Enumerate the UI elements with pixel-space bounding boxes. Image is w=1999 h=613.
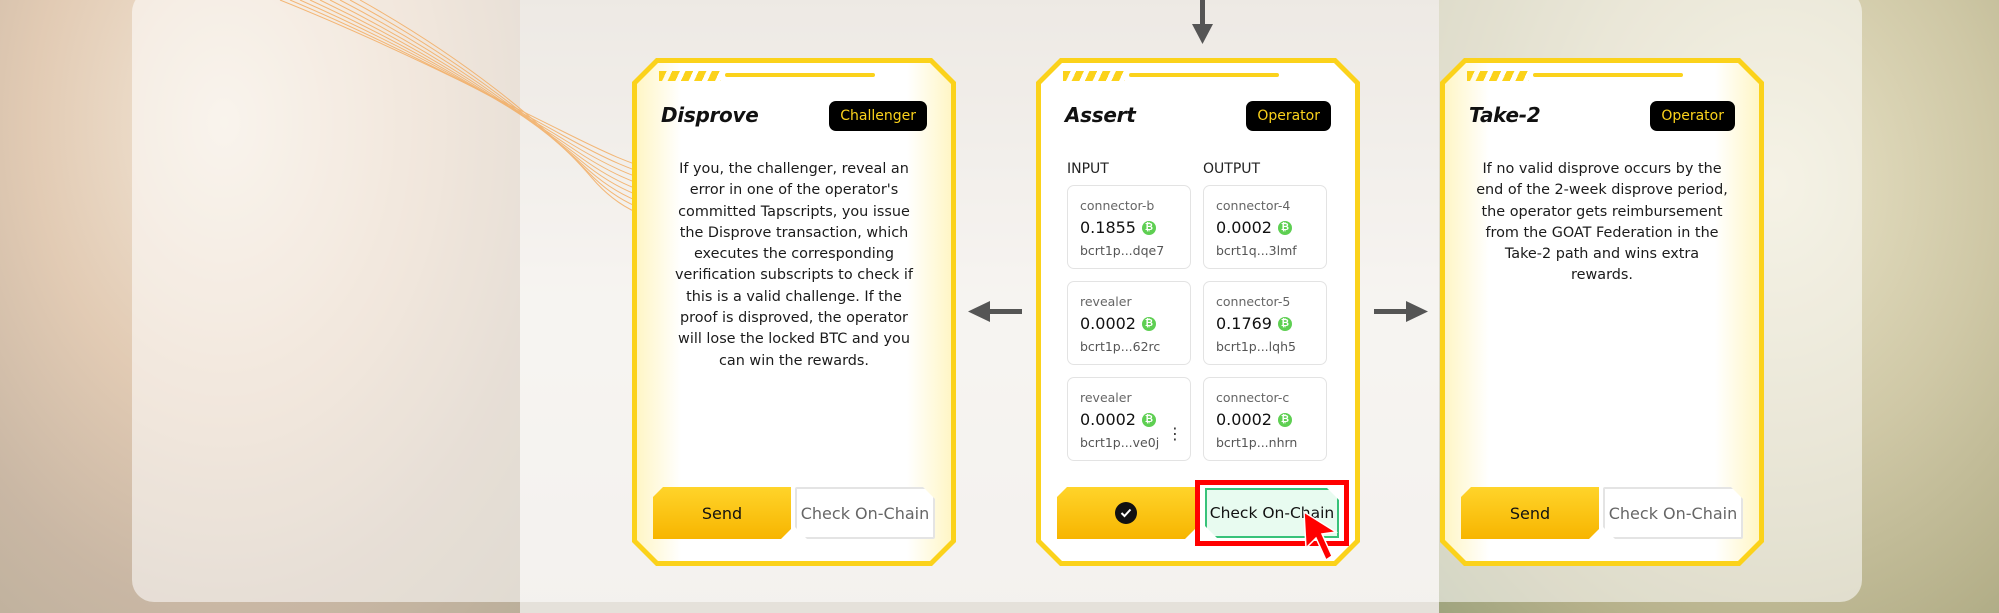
cursor-pointer-icon — [1303, 510, 1339, 562]
role-badge: Challenger — [829, 101, 927, 131]
card-top-bar — [1129, 73, 1279, 77]
item-address: bcrt1p...lqh5 — [1216, 339, 1296, 354]
card-stripes — [1467, 71, 1529, 81]
input-item[interactable]: connector-b 0.1855 ₿ bcrt1p...dqe7 — [1067, 185, 1191, 269]
arrow-left-icon — [968, 301, 1022, 322]
output-item[interactable]: connector-5 0.1769 ₿ bcrt1p...lqh5 — [1203, 281, 1327, 365]
item-address: bcrt1p...ve0j — [1080, 435, 1160, 450]
more-vertical-icon[interactable]: ⋮ — [1167, 426, 1183, 442]
item-amount: 0.0002 ₿ — [1080, 410, 1156, 429]
card-description: If you, the challenger, reveal an error … — [675, 161, 913, 369]
item-name: revealer — [1080, 294, 1132, 309]
output-header: OUTPUT — [1203, 161, 1261, 177]
card-description: If no valid disprove occurs by the end o… — [1476, 161, 1728, 284]
item-address: bcrt1q...3lmf — [1216, 243, 1297, 258]
check-on-chain-button[interactable]: Check On-Chain — [795, 487, 935, 539]
send-button[interactable]: Send — [653, 487, 791, 539]
bitcoin-icon: ₿ — [1142, 221, 1156, 235]
bitcoin-icon: ₿ — [1278, 413, 1292, 427]
item-name: connector-5 — [1216, 294, 1291, 309]
amount-value: 0.0002 — [1080, 314, 1136, 333]
card-top-bar — [1533, 73, 1683, 77]
item-amount: 0.0002 ₿ — [1216, 218, 1292, 237]
amount-value: 0.1769 — [1216, 314, 1272, 333]
item-amount: 0.1855 ₿ — [1080, 218, 1156, 237]
disprove-card: Disprove Challenger If you, the challeng… — [632, 58, 956, 566]
card-title: Take-2 — [1469, 103, 1541, 127]
item-address: bcrt1p...nhrn — [1216, 435, 1298, 450]
input-item[interactable]: revealer 0.0002 ₿ bcrt1p...ve0j ⋮ — [1067, 377, 1191, 461]
role-badge: Operator — [1246, 101, 1331, 131]
item-name: connector-c — [1216, 390, 1290, 405]
arrow-right-icon — [1374, 301, 1428, 322]
assert-card: Assert Operator INPUT OUTPUT connector-b… — [1036, 58, 1360, 566]
check-circle-icon — [1115, 502, 1137, 524]
input-header: INPUT — [1067, 161, 1109, 177]
item-name: connector-4 — [1216, 198, 1291, 213]
amount-value: 0.0002 — [1216, 218, 1272, 237]
item-amount: 0.0002 ₿ — [1216, 410, 1292, 429]
item-address: bcrt1p...62rc — [1080, 339, 1161, 354]
confirmed-button[interactable] — [1057, 487, 1195, 539]
amount-value: 0.1855 — [1080, 218, 1136, 237]
send-button[interactable]: Send — [1461, 487, 1599, 539]
bitcoin-icon: ₿ — [1142, 317, 1156, 331]
output-item[interactable]: connector-c 0.0002 ₿ bcrt1p...nhrn — [1203, 377, 1327, 461]
input-item[interactable]: revealer 0.0002 ₿ bcrt1p...62rc — [1067, 281, 1191, 365]
item-address: bcrt1p...dqe7 — [1080, 243, 1165, 258]
card-stripes — [659, 71, 721, 81]
bitcoin-icon: ₿ — [1278, 317, 1292, 331]
check-on-chain-button[interactable]: Check On-Chain — [1603, 487, 1743, 539]
item-amount: 0.0002 ₿ — [1080, 314, 1156, 333]
take2-card: Take-2 Operator If no valid disprove occ… — [1440, 58, 1764, 566]
card-stripes — [1063, 71, 1125, 81]
output-item[interactable]: connector-4 0.0002 ₿ bcrt1q...3lmf — [1203, 185, 1327, 269]
card-title: Disprove — [661, 103, 759, 127]
bitcoin-icon: ₿ — [1278, 221, 1292, 235]
bitcoin-icon: ₿ — [1142, 413, 1156, 427]
item-name: revealer — [1080, 390, 1132, 405]
amount-value: 0.0002 — [1216, 410, 1272, 429]
card-title: Assert — [1065, 103, 1136, 127]
item-amount: 0.1769 ₿ — [1216, 314, 1292, 333]
card-top-bar — [725, 73, 875, 77]
item-name: connector-b — [1080, 198, 1155, 213]
arrow-down-icon — [1192, 0, 1213, 44]
amount-value: 0.0002 — [1080, 410, 1136, 429]
role-badge: Operator — [1650, 101, 1735, 131]
